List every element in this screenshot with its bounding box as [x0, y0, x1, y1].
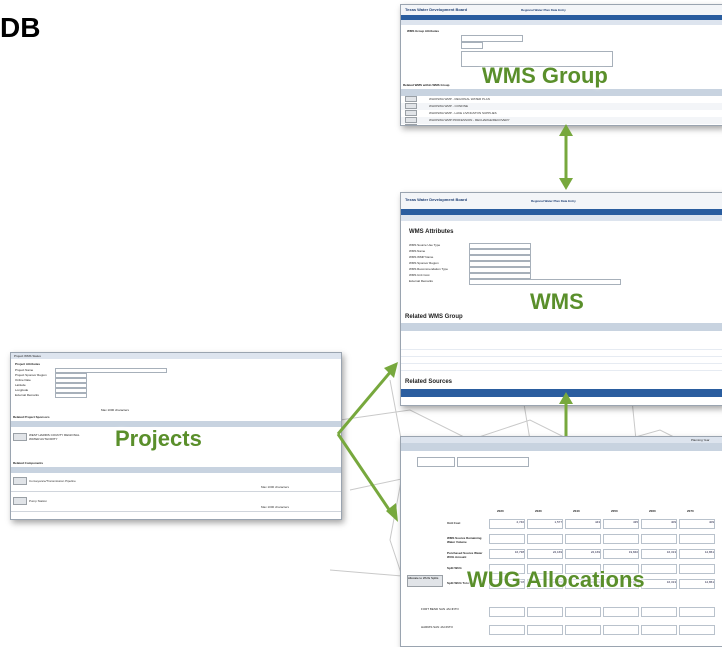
projects-wug-arrow — [336, 433, 394, 515]
arrow-head-up-wms — [559, 392, 573, 404]
projects-wms-arrow — [336, 369, 394, 435]
flow-arrows — [336, 124, 573, 522]
arrow-head-up — [559, 124, 573, 136]
arrow-head-down — [559, 178, 573, 190]
